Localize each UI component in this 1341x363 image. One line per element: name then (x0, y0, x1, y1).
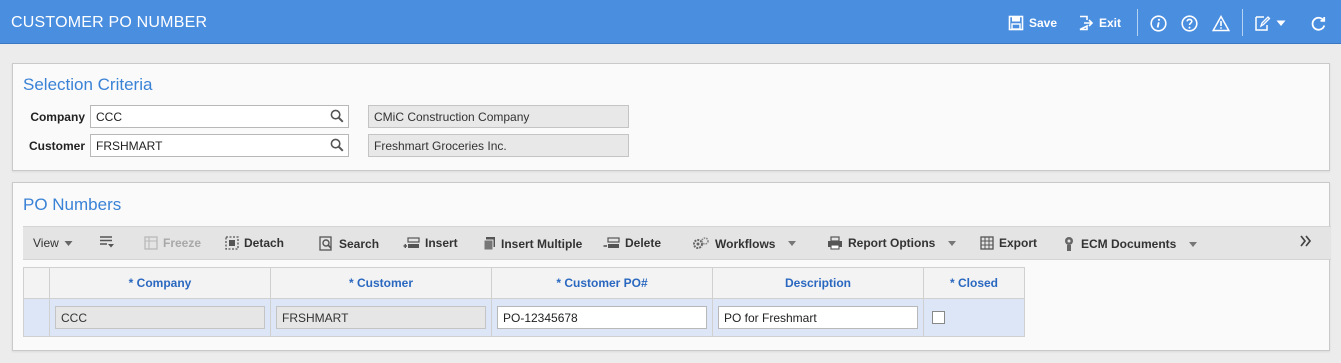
closed-checkbox[interactable] (932, 311, 945, 324)
warning-icon (1212, 14, 1230, 32)
report-options-label: Report Options (848, 236, 936, 250)
insert-row-icon (403, 237, 420, 248)
description-input[interactable]: PO for Freshmart (718, 306, 918, 329)
column-header-customer-po[interactable]: * Customer PO# (491, 267, 713, 299)
toolbar-divider (1137, 9, 1138, 36)
info-button[interactable] (1150, 13, 1167, 33)
view-menu[interactable]: View (33, 236, 73, 250)
customer-label: Customer (28, 139, 85, 153)
export-label: Export (999, 236, 1038, 250)
customer-value: FRSHMART (96, 139, 163, 153)
caret-down-icon (64, 240, 73, 246)
ecm-documents-label: ECM Documents (1081, 237, 1177, 251)
customer-po-input[interactable]: PO-12345678 (497, 306, 707, 329)
edit-menu-button[interactable] (1254, 13, 1286, 33)
company-cell-value: CCC (55, 306, 265, 329)
search-label: Search (339, 236, 380, 251)
toolbar-divider (1242, 9, 1243, 36)
caret-down-icon (1276, 19, 1286, 27)
delete-row-icon (603, 237, 620, 248)
detach-button[interactable]: Detach (225, 236, 284, 250)
selection-criteria-panel: Selection Criteria Company CCC CMiC Cons… (12, 63, 1330, 171)
filter-button[interactable] (99, 236, 115, 250)
page-title: CUSTOMER PO NUMBER (11, 14, 208, 31)
view-label: View (33, 236, 59, 250)
row-selector[interactable] (23, 298, 50, 337)
customer-po-cell: PO-12345678 (491, 298, 713, 337)
table-row[interactable]: CCC FRSHMART PO-12345678 PO for Freshmar… (23, 298, 1025, 337)
save-icon (1008, 15, 1024, 31)
caret-down-icon (948, 240, 957, 246)
filter-grid-icon (100, 236, 114, 248)
double-chevron-right-icon (1300, 235, 1312, 247)
help-button[interactable] (1181, 13, 1198, 33)
insert-multiple-label: Insert Multiple (501, 236, 583, 251)
delete-label: Delete (625, 236, 662, 250)
column-header-description[interactable]: Description (712, 267, 924, 299)
row-selector-header (23, 267, 50, 299)
insert-label: Insert (425, 236, 458, 250)
company-label: Company (30, 110, 85, 124)
toolbar-overflow-button[interactable] (1300, 235, 1312, 247)
export-button[interactable]: Export (980, 236, 1037, 250)
printer-icon (828, 236, 842, 250)
grid-toolbar: View Freeze Detach Search Insert Insert … (23, 226, 1331, 260)
exit-icon (1078, 15, 1094, 31)
gears-icon (693, 237, 709, 249)
search-icon[interactable] (330, 138, 344, 155)
alerts-button[interactable] (1212, 13, 1230, 33)
freeze-icon (144, 236, 158, 250)
po-numbers-grid: * Company * Customer * Customer PO# Desc… (23, 267, 1025, 337)
detach-icon (225, 236, 239, 250)
insert-button[interactable]: Insert (403, 236, 458, 250)
save-label: Save (1029, 16, 1058, 30)
company-cell: CCC (49, 298, 271, 337)
column-header-customer[interactable]: * Customer (270, 267, 492, 299)
company-field[interactable]: CCC (90, 105, 349, 128)
caret-down-icon (1189, 241, 1198, 247)
customer-field[interactable]: FRSHMART (90, 134, 349, 157)
selection-criteria-title: Selection Criteria (23, 75, 153, 94)
spreadsheet-icon (980, 236, 994, 250)
company-value: CCC (96, 110, 122, 124)
delete-button[interactable]: Delete (603, 236, 661, 250)
app-header: CUSTOMER PO NUMBER Save Exit (0, 0, 1341, 44)
detach-label: Detach (244, 236, 285, 250)
description-cell: PO for Freshmart (712, 298, 924, 337)
freeze-label: Freeze (163, 236, 202, 250)
column-header-closed[interactable]: * Closed (923, 267, 1025, 299)
po-numbers-panel: PO Numbers View Freeze Detach Search Ins… (12, 182, 1331, 351)
ecm-documents-icon (1065, 237, 1073, 251)
column-header-company[interactable]: * Company (49, 267, 271, 299)
customer-cell-value: FRSHMART (276, 306, 486, 329)
edit-icon (1254, 15, 1271, 32)
refresh-icon (1310, 15, 1327, 32)
customer-name-display: Freshmart Groceries Inc. (368, 134, 629, 157)
grid-header-row: * Company * Customer * Customer PO# Desc… (23, 267, 1025, 299)
exit-button[interactable]: Exit (1078, 13, 1121, 33)
customer-cell: FRSHMART (270, 298, 492, 337)
info-icon (1150, 14, 1167, 32)
exit-label: Exit (1099, 16, 1122, 30)
closed-cell (923, 298, 1025, 337)
freeze-button[interactable]: Freeze (144, 236, 201, 250)
workflows-menu[interactable]: Workflows (692, 236, 797, 251)
company-name-display: CMiC Construction Company (368, 105, 629, 128)
ecm-documents-menu[interactable]: ECM Documents (1062, 236, 1198, 252)
report-options-menu[interactable]: Report Options (827, 236, 957, 250)
search-icon[interactable] (330, 109, 344, 126)
question-icon (1181, 14, 1198, 32)
save-button[interactable]: Save (1008, 13, 1057, 33)
insert-multiple-icon (483, 237, 495, 251)
search-icon (319, 236, 332, 251)
search-button[interactable]: Search (319, 236, 379, 251)
insert-multiple-button[interactable]: Insert Multiple (483, 236, 582, 251)
po-numbers-title: PO Numbers (23, 195, 122, 214)
refresh-button[interactable] (1310, 13, 1327, 33)
workflows-label: Workflows (715, 236, 776, 251)
caret-down-icon (788, 241, 797, 246)
